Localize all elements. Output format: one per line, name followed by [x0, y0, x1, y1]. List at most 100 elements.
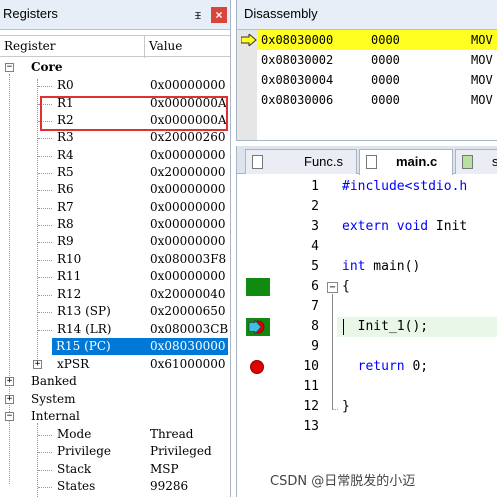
register-row-xpsr[interactable]: + xPSR 0x61000000 — [0, 356, 230, 373]
disassembly-opcode: 0000 — [371, 93, 400, 107]
disassembly-title: Disassembly — [244, 6, 318, 21]
line-number: 2 — [311, 199, 319, 214]
register-row-r6[interactable]: R6 0x00000000 — [0, 181, 230, 198]
code-line[interactable]: 9 — [237, 337, 497, 357]
tree-node-internal[interactable]: − Internal — [0, 408, 230, 425]
column-divider[interactable] — [144, 36, 145, 58]
register-row-r11[interactable]: R11 0x00000000 — [0, 268, 230, 285]
register-value[interactable]: 0x20000000 — [150, 164, 225, 181]
disassembly-address: 0x08030000 — [261, 33, 334, 47]
tree-node-banked[interactable]: + Banked — [0, 373, 230, 390]
register-value[interactable]: 0x00000000 — [150, 77, 225, 94]
collapse-icon[interactable]: − — [5, 63, 14, 72]
tab-func-s[interactable]: Func.s — [245, 149, 357, 174]
registers-window: Registers ᵻ × Register Value − Core R0 0… — [0, 0, 231, 497]
tree-node-label: Core — [31, 60, 63, 74]
register-row-pc[interactable]: R15 (PC) 0x08030000 — [52, 338, 228, 356]
register-value[interactable]: 0x20000650 — [150, 303, 225, 320]
register-value[interactable]: 0x20000040 — [150, 286, 225, 303]
registers-title: Registers — [3, 6, 58, 21]
register-name: R5 — [57, 165, 74, 179]
disassembly-mnemonic: MOV — [471, 73, 493, 87]
code-line-current[interactable]: 8 Init_1(); — [237, 317, 497, 337]
line-number: 1 — [311, 179, 319, 194]
line-number: 5 — [311, 259, 319, 274]
disassembly-row[interactable]: 0x08030004 0000 MOV — [257, 70, 497, 90]
code-line[interactable]: 10 return 0; — [237, 357, 497, 377]
file-icon — [366, 155, 377, 169]
code-line[interactable]: 6 { — [237, 277, 497, 297]
register-value[interactable]: 0x080003F8 — [150, 251, 226, 268]
code-line[interactable]: 7 — [237, 297, 497, 317]
disassembly-opcode: 0000 — [371, 33, 400, 47]
register-value[interactable]: 0x08030000 — [150, 338, 225, 355]
code-keyword: int — [342, 259, 366, 274]
register-row-sp[interactable]: R13 (SP) 0x20000650 — [0, 303, 230, 320]
annotation-highlight-box — [40, 96, 228, 131]
register-row-r12[interactable]: R12 0x20000040 — [0, 286, 230, 303]
expand-icon[interactable]: + — [33, 359, 42, 369]
editor-tab-bar: Func.s main.c s — [237, 146, 497, 175]
register-row-r9[interactable]: R9 0x00000000 — [0, 233, 230, 250]
collapse-icon[interactable]: − — [5, 412, 14, 421]
file-icon — [252, 155, 263, 169]
code-line[interactable]: 5 int main() — [237, 257, 497, 277]
column-register[interactable]: Register — [4, 39, 55, 53]
register-name: R4 — [57, 147, 74, 162]
close-icon[interactable]: × — [211, 7, 227, 23]
line-number: 9 — [311, 339, 319, 354]
register-row-r8[interactable]: R8 0x00000000 — [0, 216, 230, 233]
register-value[interactable]: 0x080003CB — [150, 321, 228, 338]
code-line[interactable]: 3 extern void Init — [237, 217, 497, 237]
register-row-r3[interactable]: R3 0x20000260 — [0, 129, 230, 146]
disassembly-row[interactable]: 0x08030002 0000 MOV — [257, 50, 497, 70]
code-line[interactable]: 1 #include<stdio.h — [237, 177, 497, 197]
expand-icon[interactable]: + — [5, 377, 14, 386]
register-name: R11 — [57, 269, 82, 283]
code-line[interactable]: 11 — [237, 377, 497, 397]
tab-s[interactable]: s — [455, 149, 497, 174]
internal-name: Privilege — [57, 444, 111, 458]
tree-node-system[interactable]: + System — [0, 391, 230, 408]
code-keyword: extern void — [342, 219, 429, 234]
tab-label: main.c — [396, 154, 438, 169]
register-value[interactable]: 0x20000260 — [150, 129, 225, 146]
watermark: CSDN @日常脱发的小迈 — [270, 474, 416, 489]
tab-label: s — [492, 150, 497, 174]
register-value[interactable]: 0x00000000 — [150, 181, 225, 198]
internal-row-stack[interactable]: Stack MSP — [0, 461, 230, 478]
register-row-lr[interactable]: R14 (LR) 0x080003CB — [0, 321, 230, 338]
code-line[interactable]: 13 — [237, 417, 497, 437]
internal-row-privilege[interactable]: Privilege Privileged — [0, 443, 230, 460]
code-line[interactable]: 4 — [237, 237, 497, 257]
column-value[interactable]: Value — [149, 39, 182, 53]
disassembly-mnemonic: MOV — [471, 93, 493, 107]
expand-icon[interactable]: + — [5, 394, 14, 404]
register-value[interactable]: 0x00000000 — [150, 147, 225, 164]
register-value[interactable]: 0x00000000 — [150, 268, 225, 285]
register-value[interactable]: 0x00000000 — [150, 233, 225, 250]
disassembly-row[interactable]: 0x08030006 0000 MOV — [257, 90, 497, 110]
tab-main-c[interactable]: main.c — [359, 149, 453, 175]
register-value[interactable]: 0x00000000 — [150, 216, 225, 233]
tree-node-core[interactable]: − Core — [0, 59, 230, 76]
register-row-r10[interactable]: R10 0x080003F8 — [0, 251, 230, 268]
disassembly-opcode: 0000 — [371, 53, 400, 67]
internal-row-states[interactable]: States 99286 — [0, 478, 230, 495]
internal-value: MSP — [150, 461, 179, 476]
tree-node-label: Banked — [31, 374, 77, 388]
register-row-r0[interactable]: R0 0x00000000 — [0, 77, 230, 94]
register-value[interactable]: 0x00000000 — [150, 199, 225, 216]
register-name: R8 — [57, 217, 74, 231]
register-row-r4[interactable]: R4 0x00000000 — [0, 147, 230, 164]
register-value[interactable]: 0x61000000 — [150, 356, 225, 373]
code-line[interactable]: 2 — [237, 197, 497, 217]
register-name: R6 — [57, 182, 74, 196]
register-row-r7[interactable]: R7 0x00000000 — [0, 199, 230, 216]
internal-row-mode[interactable]: Mode Thread — [0, 426, 230, 443]
disassembly-gutter[interactable] — [237, 30, 257, 140]
register-row-r5[interactable]: R5 0x20000000 — [0, 164, 230, 181]
code-line[interactable]: 12 } — [237, 397, 497, 417]
disassembly-row-current[interactable]: 0x08030000 0000 MOV — [257, 30, 497, 50]
pin-icon[interactable]: ᵻ — [190, 7, 206, 23]
